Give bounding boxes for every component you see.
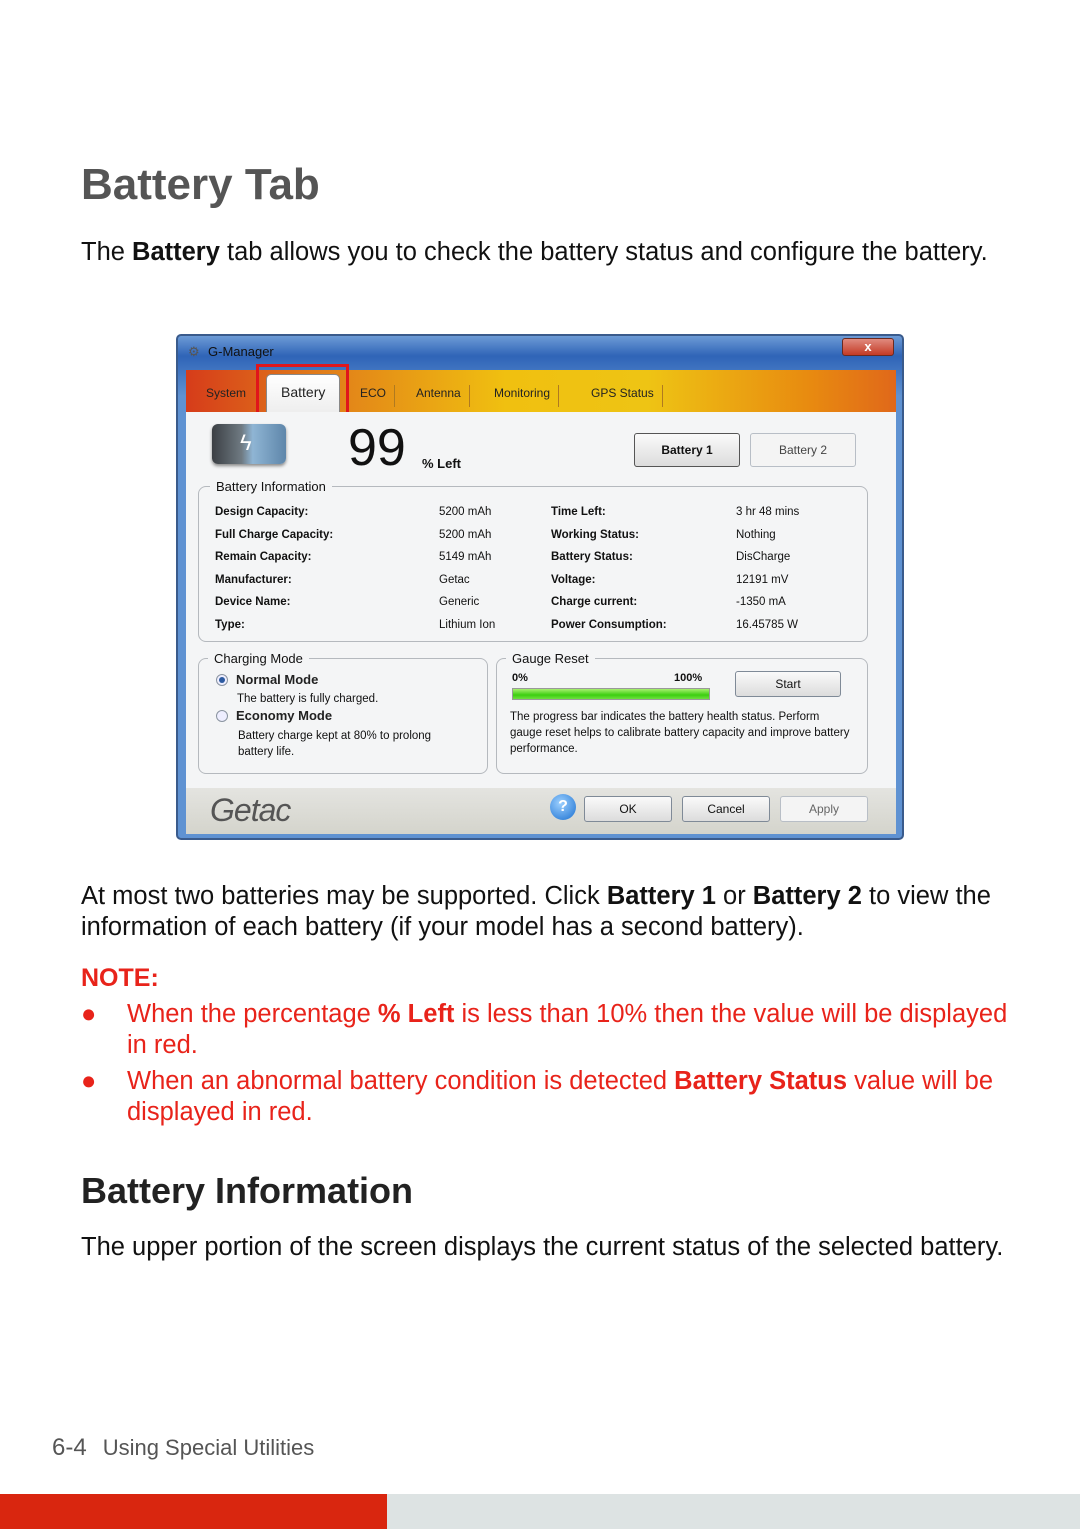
normal-mode-label[interactable]: Normal Mode	[236, 672, 318, 687]
tab-gps-status[interactable]: GPS Status	[583, 385, 663, 407]
info-label: Design Capacity:	[215, 506, 309, 518]
info-label: Device Name:	[215, 596, 291, 608]
start-button[interactable]: Start	[735, 671, 841, 697]
battery-1-button[interactable]: Battery 1	[634, 433, 740, 467]
info-label: Voltage:	[551, 574, 596, 586]
info-value: 16.45785 W	[736, 619, 799, 631]
info-value: Lithium Ion	[439, 619, 496, 631]
info-value: 5149 mAh	[439, 551, 492, 563]
info-value: 12191 mV	[736, 574, 789, 586]
normal-mode-radio[interactable]	[216, 674, 228, 686]
info-label: Working Status:	[551, 529, 639, 541]
g-manager-window: ⚙ G-Manager x System Battery ECO Antenna…	[176, 334, 904, 840]
info-value: Getac	[439, 574, 470, 586]
note-bullet: ● When the percentage % Left is less than…	[81, 1000, 1008, 1059]
economy-mode-description: Battery charge kept at 80% to prolong ba…	[238, 730, 432, 758]
info-label: Power Consumption:	[551, 619, 667, 631]
highlight-box	[256, 364, 349, 416]
intro-paragraph: The Battery tab allows you to check the …	[81, 238, 988, 266]
apply-button[interactable]: Apply	[780, 796, 868, 822]
info-label: Full Charge Capacity:	[215, 529, 334, 541]
battery-icon: ϟ	[212, 424, 286, 464]
battery-panel: ϟ 99 % Left Battery 1 Battery 2 Battery …	[186, 412, 896, 788]
gauge-reset-title: Gauge Reset	[506, 651, 595, 666]
tab-eco[interactable]: ECO	[352, 385, 396, 407]
gauge-max-label: 100%	[674, 672, 703, 684]
help-icon[interactable]: ?	[550, 794, 576, 820]
info-value: DisCharge	[736, 551, 791, 563]
info-value: 5200 mAh	[439, 506, 492, 518]
tab-monitoring[interactable]: Monitoring	[486, 385, 560, 407]
footer-bar-accent	[0, 1494, 387, 1529]
page-title: Battery Tab	[81, 160, 320, 209]
info-label: Battery Status:	[551, 551, 633, 563]
note-bullet: ● When an abnormal battery condition is d…	[81, 1067, 994, 1126]
battery-2-button[interactable]: Battery 2	[750, 433, 856, 467]
cancel-button[interactable]: Cancel	[682, 796, 770, 822]
ok-button[interactable]: OK	[584, 796, 672, 822]
battery-information-title: Battery Information	[210, 479, 332, 494]
gauge-progress-bar	[512, 688, 710, 700]
battery-info-paragraph: The upper portion of the screen displays…	[81, 1233, 1004, 1261]
tab-antenna[interactable]: Antenna	[408, 385, 470, 407]
section-heading: Battery Information	[81, 1170, 414, 1211]
info-value: Generic	[439, 596, 480, 608]
page-footer: 6-4 Using Special Utilities	[52, 1434, 314, 1462]
bottom-bar: Getac ? OK Cancel Apply	[186, 788, 896, 834]
footer-bar	[387, 1494, 1080, 1529]
percent-label: % Left	[422, 456, 461, 471]
info-label: Type:	[215, 619, 245, 631]
app-logo-icon: ⚙	[188, 344, 200, 359]
window-title: G-Manager	[208, 344, 274, 359]
gauge-min-label: 0%	[512, 672, 528, 684]
info-value: -1350 mA	[736, 596, 786, 608]
economy-mode-label[interactable]: Economy Mode	[236, 708, 332, 723]
battery-selection-paragraph: At most two batteries may be supported. …	[81, 882, 991, 941]
note-title: NOTE:	[81, 964, 159, 992]
gauge-progress-fill	[513, 689, 709, 699]
getac-logo: Getac	[210, 792, 291, 828]
charging-mode-title: Charging Mode	[208, 651, 309, 666]
info-label: Time Left:	[551, 506, 606, 518]
info-label: Manufacturer:	[215, 574, 292, 586]
info-value: Nothing	[736, 529, 776, 541]
percent-value: 99	[348, 419, 406, 477]
info-value: 3 hr 48 mins	[736, 506, 800, 518]
page-number: 6-4	[52, 1434, 87, 1461]
info-value: 5200 mAh	[439, 529, 492, 541]
tab-system[interactable]: System	[198, 385, 254, 407]
normal-mode-description: The battery is fully charged.	[237, 693, 379, 705]
economy-mode-radio[interactable]	[216, 710, 228, 722]
info-label: Remain Capacity:	[215, 551, 312, 563]
info-label: Charge current:	[551, 596, 638, 608]
close-button[interactable]: x	[842, 338, 894, 356]
footer-section: Using Special Utilities	[102, 1435, 315, 1460]
gauge-description: The progress bar indicates the battery h…	[510, 711, 850, 755]
